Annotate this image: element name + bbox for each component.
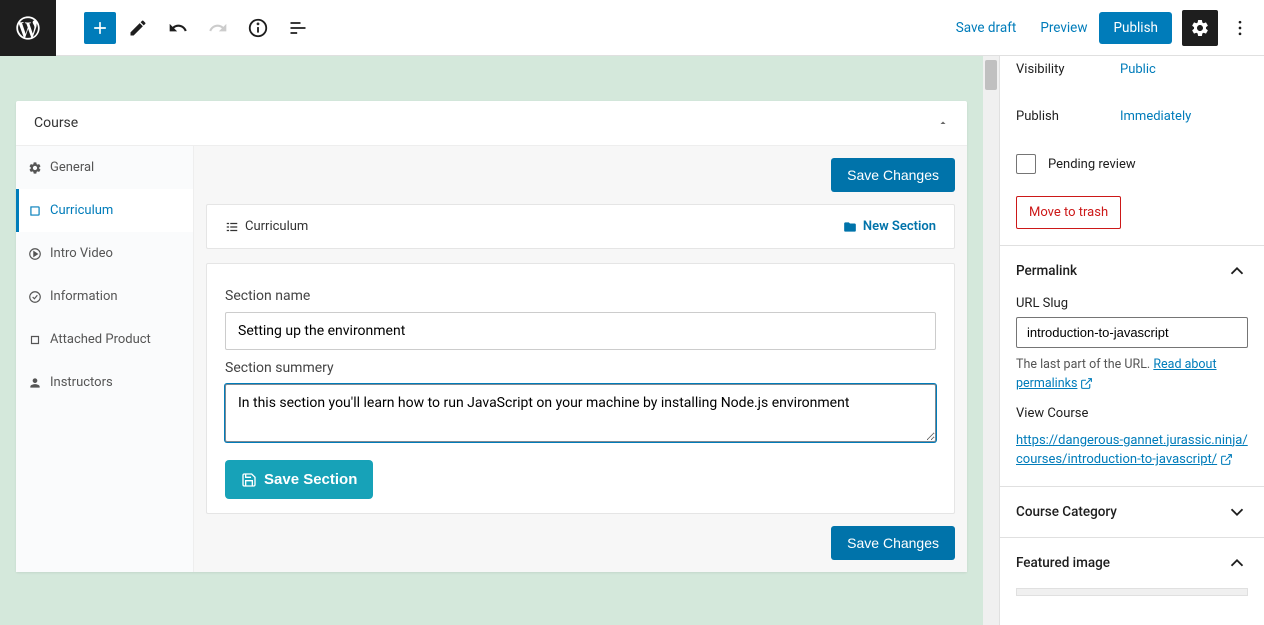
users-icon (28, 376, 42, 390)
visibility-value[interactable]: Public (1120, 62, 1156, 77)
permalink-section: Permalink URL Slug The last part of the … (1000, 245, 1264, 486)
save-disk-icon (241, 472, 257, 488)
preview-link[interactable]: Preview (1028, 12, 1099, 44)
view-course-label: View Course (1016, 406, 1248, 421)
editor-main: Course General Curriculum Intro Video (0, 56, 999, 625)
nav-instructors-label: Instructors (50, 375, 113, 390)
save-section-button[interactable]: Save Section (225, 460, 373, 499)
settings-sidebar: Visibility Public Publish Immediately Pe… (999, 56, 1264, 625)
publish-button[interactable]: Publish (1099, 12, 1172, 44)
section-form: Section name Section summery In this sec… (206, 263, 955, 514)
nav-general[interactable]: General (16, 146, 193, 189)
section-summary-textarea[interactable]: In this section you'll learn how to run … (225, 384, 936, 442)
external-link-icon (1080, 377, 1093, 390)
section-name-input[interactable] (225, 312, 936, 350)
section-name-label: Section name (225, 288, 936, 304)
redo-button[interactable] (200, 10, 236, 46)
undo-icon (168, 18, 188, 38)
wordpress-icon (14, 14, 42, 42)
featured-image-section: Featured image (1000, 537, 1264, 612)
play-circle-icon (28, 247, 42, 261)
editor-topbar: Save draft Preview Publish (0, 0, 1264, 56)
outline-icon (288, 18, 308, 38)
folder-icon (843, 220, 857, 234)
nav-curriculum-label: Curriculum (50, 203, 113, 218)
course-url-link[interactable]: https://dangerous-gannet.jurassic.ninja/… (1016, 431, 1248, 470)
curriculum-heading: Curriculum (225, 219, 308, 234)
new-section-button[interactable]: New Section (843, 219, 936, 234)
wordpress-logo[interactable] (0, 0, 56, 56)
add-block-button[interactable] (84, 12, 116, 44)
pending-review-row: Pending review (1000, 144, 1264, 184)
nav-general-label: General (50, 160, 94, 175)
featured-image-toggle[interactable]: Featured image (1000, 538, 1264, 588)
permalink-toggle[interactable]: Permalink (1000, 246, 1264, 296)
settings-button[interactable] (1182, 10, 1218, 46)
edit-mode-button[interactable] (120, 10, 156, 46)
course-category-section: Course Category (1000, 486, 1264, 537)
nav-curriculum[interactable]: Curriculum (16, 189, 193, 232)
course-category-toggle[interactable]: Course Category (1000, 487, 1264, 537)
curriculum-panel: Curriculum New Section (206, 204, 955, 249)
pencil-icon (128, 18, 148, 38)
chevron-up-icon (1226, 552, 1248, 574)
course-meta-title: Course (34, 115, 78, 131)
nav-instructors[interactable]: Instructors (16, 361, 193, 404)
outline-button[interactable] (280, 10, 316, 46)
gear-icon (28, 161, 42, 175)
nav-information-label: Information (50, 289, 118, 304)
chevron-up-icon (1226, 260, 1248, 282)
publish-value[interactable]: Immediately (1120, 109, 1191, 124)
publish-row: Publish Immediately (1000, 103, 1264, 130)
save-changes-bottom-button[interactable]: Save Changes (831, 526, 955, 560)
course-meta-header[interactable]: Course (16, 101, 967, 146)
nav-information[interactable]: Information (16, 275, 193, 318)
course-content: Save Changes Curriculum New Section (194, 146, 967, 572)
save-changes-top-button[interactable]: Save Changes (831, 158, 955, 192)
course-nav: General Curriculum Intro Video Informati… (16, 146, 194, 572)
nav-intro-video-label: Intro Video (50, 246, 113, 261)
redo-icon (208, 18, 228, 38)
package-icon (28, 333, 42, 347)
info-button[interactable] (240, 10, 276, 46)
check-circle-icon (28, 290, 42, 304)
info-icon (247, 17, 269, 39)
scrollbar[interactable] (983, 56, 999, 625)
book-icon (28, 204, 42, 218)
save-draft-link[interactable]: Save draft (944, 12, 1029, 44)
move-to-trash-button[interactable]: Move to trash (1016, 196, 1121, 229)
url-slug-input[interactable] (1016, 317, 1248, 348)
visibility-row: Visibility Public (1000, 56, 1264, 83)
plus-icon (90, 18, 110, 38)
gear-icon (1190, 18, 1210, 38)
pending-review-checkbox[interactable] (1016, 154, 1036, 174)
pending-review-label: Pending review (1048, 157, 1136, 172)
undo-button[interactable] (160, 10, 196, 46)
more-vertical-icon (1230, 18, 1250, 38)
list-icon (225, 220, 239, 234)
nav-intro-video[interactable]: Intro Video (16, 232, 193, 275)
course-meta-box: Course General Curriculum Intro Video (16, 101, 967, 572)
featured-image-placeholder[interactable] (1016, 588, 1248, 596)
permalink-help-text: The last part of the URL. Read about per… (1016, 356, 1248, 394)
more-options-button[interactable] (1224, 10, 1256, 46)
url-slug-label: URL Slug (1016, 296, 1248, 311)
nav-attached-product-label: Attached Product (50, 332, 151, 347)
section-summary-label: Section summery (225, 360, 936, 376)
chevron-down-icon (1226, 501, 1248, 523)
nav-attached-product[interactable]: Attached Product (16, 318, 193, 361)
collapse-up-icon (937, 117, 949, 129)
external-link-icon (1220, 453, 1233, 466)
